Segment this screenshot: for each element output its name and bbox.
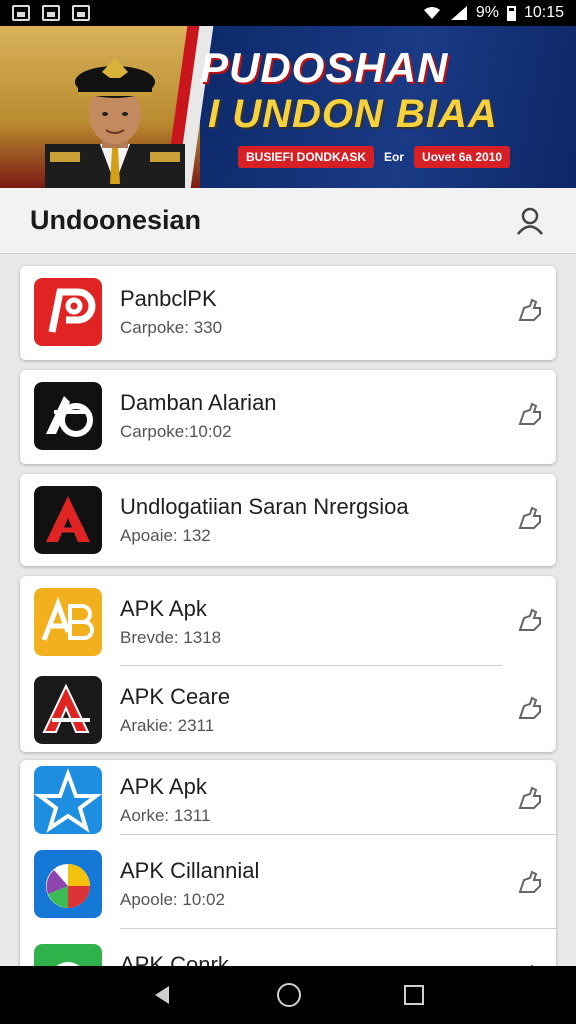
signal-icon: [450, 6, 467, 20]
app-name: APK Conrk: [120, 952, 229, 966]
app-name: APK Apk: [120, 596, 207, 621]
recents-icon[interactable]: [403, 984, 425, 1006]
app-meta: Carpoke:10:02: [120, 422, 232, 441]
app-bar: Undoonesian: [0, 188, 576, 254]
app-card: PanbclPK Carpoke: 330: [20, 266, 556, 360]
promo-banner[interactable]: PUDOSHAN I UNDON BIAA BUSIEFI DONDKASK E…: [0, 26, 576, 188]
profile-icon[interactable]: [514, 205, 546, 237]
banner-tag-right: Uovet 6a 2010: [414, 146, 511, 168]
app-card: Damban Alarian Carpoke:10:02: [20, 370, 556, 464]
blue-gradient-logo-icon: [34, 850, 102, 918]
banner-tag-left: BUSIEFI DONDKASK: [238, 146, 375, 168]
red-p-logo-icon: [34, 278, 102, 346]
official-portrait-image: [45, 58, 185, 188]
list-item[interactable]: APK Apk Aorke: 1311: [20, 754, 556, 846]
black-swirl-logo-icon: [34, 382, 102, 450]
app-name: Damban Alarian: [120, 390, 277, 415]
home-icon[interactable]: [276, 982, 302, 1008]
divider: [120, 928, 556, 929]
app-name: APK Ceare: [120, 684, 231, 709]
app-name: Undlogatiian Saran Nrergsioa: [120, 494, 409, 519]
download-hand-icon[interactable]: [514, 294, 546, 326]
list-item[interactable]: APK Ceare Arakie: 2311: [20, 664, 556, 756]
status-bar: 9% 10:15: [0, 0, 576, 26]
list-item[interactable]: APK Conrk: [20, 932, 556, 966]
download-hand-icon[interactable]: [514, 502, 546, 534]
black-red-a-logo-icon: [34, 676, 102, 744]
battery-icon: [506, 5, 516, 21]
app-meta: Carpoke: 330: [120, 318, 223, 337]
page-title: Undoonesian: [30, 205, 202, 235]
download-hand-icon[interactable]: [514, 782, 546, 814]
app-card: APK Apk Aorke: 1311 APK Cillannial Apool…: [20, 760, 556, 966]
black-red-a-logo-icon: [34, 486, 102, 554]
divider: [120, 834, 556, 835]
wifi-icon: [423, 6, 440, 19]
banner-tag-mid: Eor: [384, 150, 405, 164]
download-hand-icon[interactable]: [514, 866, 546, 898]
back-icon[interactable]: [151, 983, 175, 1007]
app-name: APK Cillannial: [120, 858, 260, 883]
download-hand-icon[interactable]: [514, 692, 546, 724]
image-notification-icon: [42, 5, 60, 21]
app-card: Undlogatiian Saran Nrergsioa Apoaie: 132: [20, 474, 556, 566]
app-name: APK Apk: [120, 774, 207, 799]
list-item[interactable]: Damban Alarian Carpoke:10:02: [20, 370, 556, 462]
app-meta: Apoole: 10:02: [120, 890, 225, 909]
battery-percent: 9%: [475, 4, 499, 21]
banner-headline: PUDOSHAN: [200, 44, 449, 91]
list-item[interactable]: Undlogatiian Saran Nrergsioa Apoaie: 132: [20, 474, 556, 566]
app-meta: Apoaie: 132: [120, 526, 211, 545]
yellow-ab-logo-icon: [34, 588, 102, 656]
gallery-notification-icon: [12, 5, 30, 21]
app-meta: Arakie: 2311: [120, 716, 215, 735]
list-item[interactable]: PanbclPK Carpoke: 330: [20, 266, 556, 358]
app-name: PanbclPK: [120, 286, 217, 311]
lock-notification-icon: [72, 5, 90, 21]
app-list: PanbclPK Carpoke: 330 Damban Alarian Car…: [0, 254, 576, 966]
system-nav-bar: [0, 966, 576, 1024]
green-logo-icon: [34, 944, 102, 966]
list-item[interactable]: APK Cillannial Apoole: 10:02: [20, 838, 556, 930]
app-meta: Aorke: 1311: [120, 806, 211, 825]
download-hand-icon[interactable]: [514, 604, 546, 636]
clock: 10:15: [523, 4, 564, 21]
blue-star-logo-icon: [34, 766, 102, 834]
app-meta: Brevde: 1318: [120, 628, 222, 647]
banner-subheadline: I UNDON BIAA: [208, 92, 498, 136]
list-item[interactable]: APK Apk Brevde: 1318: [20, 576, 556, 668]
app-card: APK Apk Brevde: 1318 APK Ceare Arakie: 2…: [20, 576, 556, 752]
download-hand-icon[interactable]: [514, 398, 546, 430]
